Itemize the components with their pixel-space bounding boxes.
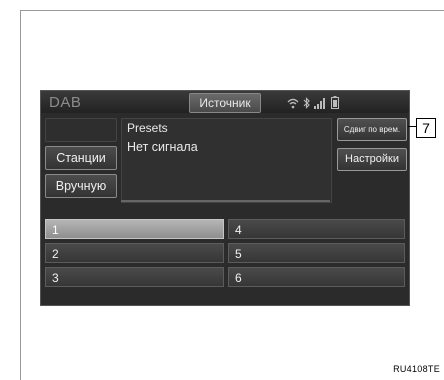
preset-2[interactable]: 2 xyxy=(45,243,224,263)
wifi-icon xyxy=(287,98,299,109)
frame-line-left xyxy=(20,10,21,380)
presets-label: Presets xyxy=(127,121,168,135)
signal-status: Нет сигнала xyxy=(127,140,198,154)
dab-screen: DAB Источник Станции Вручную Presets Нет… xyxy=(40,90,410,306)
preset-1[interactable]: 1 xyxy=(45,219,224,239)
disabled-side-button xyxy=(45,118,117,142)
signal-bars-icon xyxy=(314,98,325,109)
manual-button[interactable]: Вручную xyxy=(45,174,117,198)
preset-6[interactable]: 6 xyxy=(228,267,405,287)
page-title: DAB xyxy=(49,94,82,111)
preset-5[interactable]: 5 xyxy=(228,243,405,263)
callout-line xyxy=(408,126,416,127)
top-bar: DAB Источник xyxy=(41,91,409,113)
frame-line-top xyxy=(20,10,444,11)
reference-code: RU4108TE xyxy=(393,364,440,374)
battery-icon xyxy=(331,96,339,109)
source-button[interactable]: Источник xyxy=(189,93,261,113)
info-divider xyxy=(121,200,330,202)
status-icons xyxy=(287,95,339,109)
callout-number: 7 xyxy=(416,118,436,138)
time-shift-button[interactable]: Сдвиг по врем. xyxy=(337,118,407,141)
stations-button[interactable]: Станции xyxy=(45,146,117,170)
preset-3[interactable]: 3 xyxy=(45,267,224,287)
preset-4[interactable]: 4 xyxy=(228,219,405,239)
settings-button[interactable]: Настройки xyxy=(337,148,407,171)
bluetooth-icon xyxy=(303,97,310,109)
